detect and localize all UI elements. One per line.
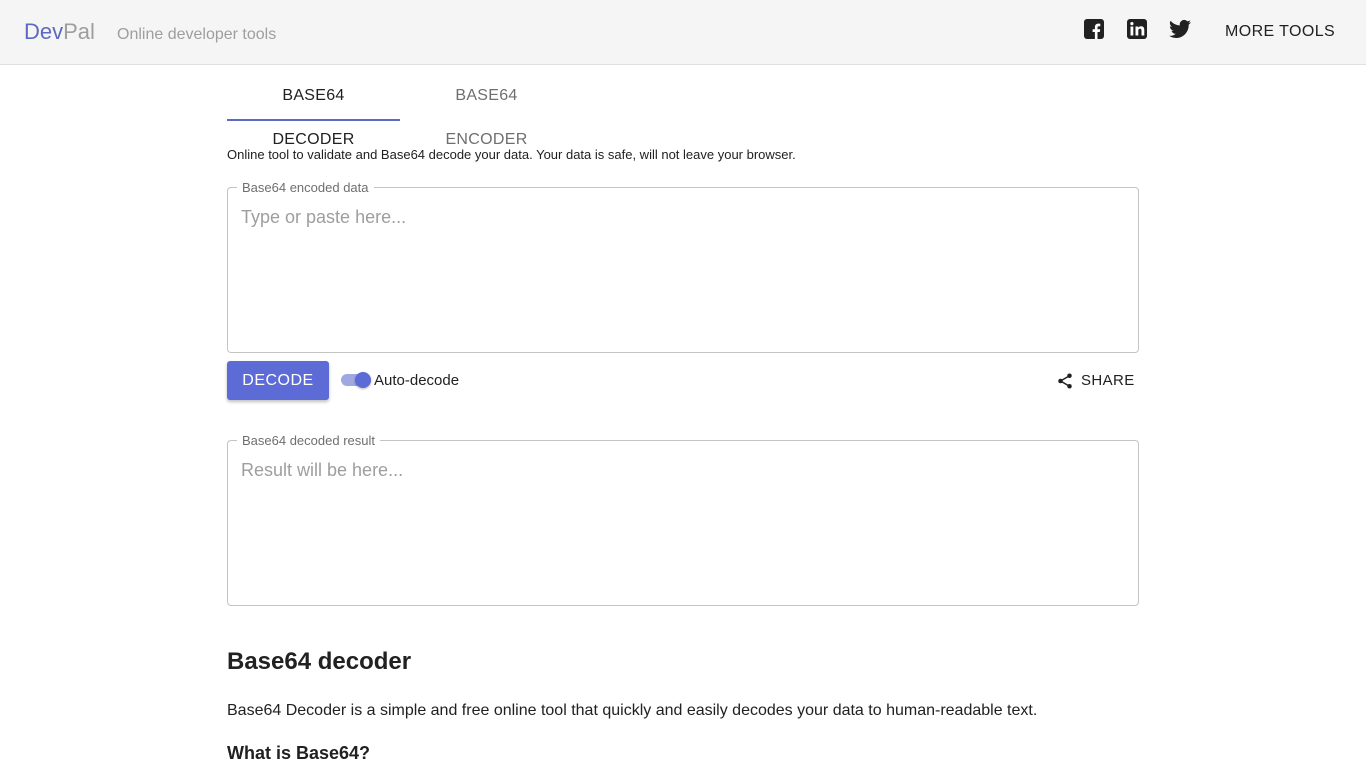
- logo-dev: Dev: [24, 19, 64, 44]
- more-tools-button[interactable]: MORE TOOLS: [1210, 16, 1350, 48]
- decoded-result-field: Base64 decoded result: [227, 433, 1139, 606]
- auto-decode-label[interactable]: Auto-decode: [374, 372, 459, 390]
- auto-decode-toggle[interactable]: [341, 372, 371, 388]
- encoded-data-label: Base64 encoded data: [237, 180, 374, 195]
- share-label: SHARE: [1081, 372, 1135, 389]
- decoded-result-label: Base64 decoded result: [237, 433, 380, 448]
- section-heading: Base64 decoder: [227, 648, 412, 675]
- intro-text: Online tool to validate and Base64 decod…: [227, 147, 796, 162]
- decoded-result-output[interactable]: [241, 459, 1121, 594]
- logo[interactable]: DevPal: [24, 19, 95, 45]
- toggle-thumb: [355, 372, 371, 388]
- encoded-data-field: Base64 encoded data: [227, 180, 1139, 353]
- share-button[interactable]: SHARE: [1050, 366, 1140, 396]
- facebook-icon[interactable]: [1082, 17, 1106, 41]
- linkedin-icon[interactable]: [1125, 17, 1149, 41]
- share-icon: [1058, 373, 1072, 389]
- tab-base64-decoder[interactable]: BASE64 DECODER: [227, 74, 400, 148]
- logo-pal: Pal: [63, 19, 95, 44]
- tagline: Online developer tools: [117, 26, 277, 43]
- app-bar: DevPal Online developer tools MORE TOOLS: [0, 0, 1366, 65]
- section-paragraph: Base64 Decoder is a simple and free onli…: [227, 702, 1038, 719]
- tab-base64-encoder[interactable]: BASE64 ENCODER: [400, 74, 573, 148]
- encoded-data-input[interactable]: [241, 206, 1121, 341]
- decode-button[interactable]: DECODE: [227, 361, 329, 400]
- twitter-icon[interactable]: [1168, 17, 1192, 41]
- section-subheading: What is Base64?: [227, 743, 371, 763]
